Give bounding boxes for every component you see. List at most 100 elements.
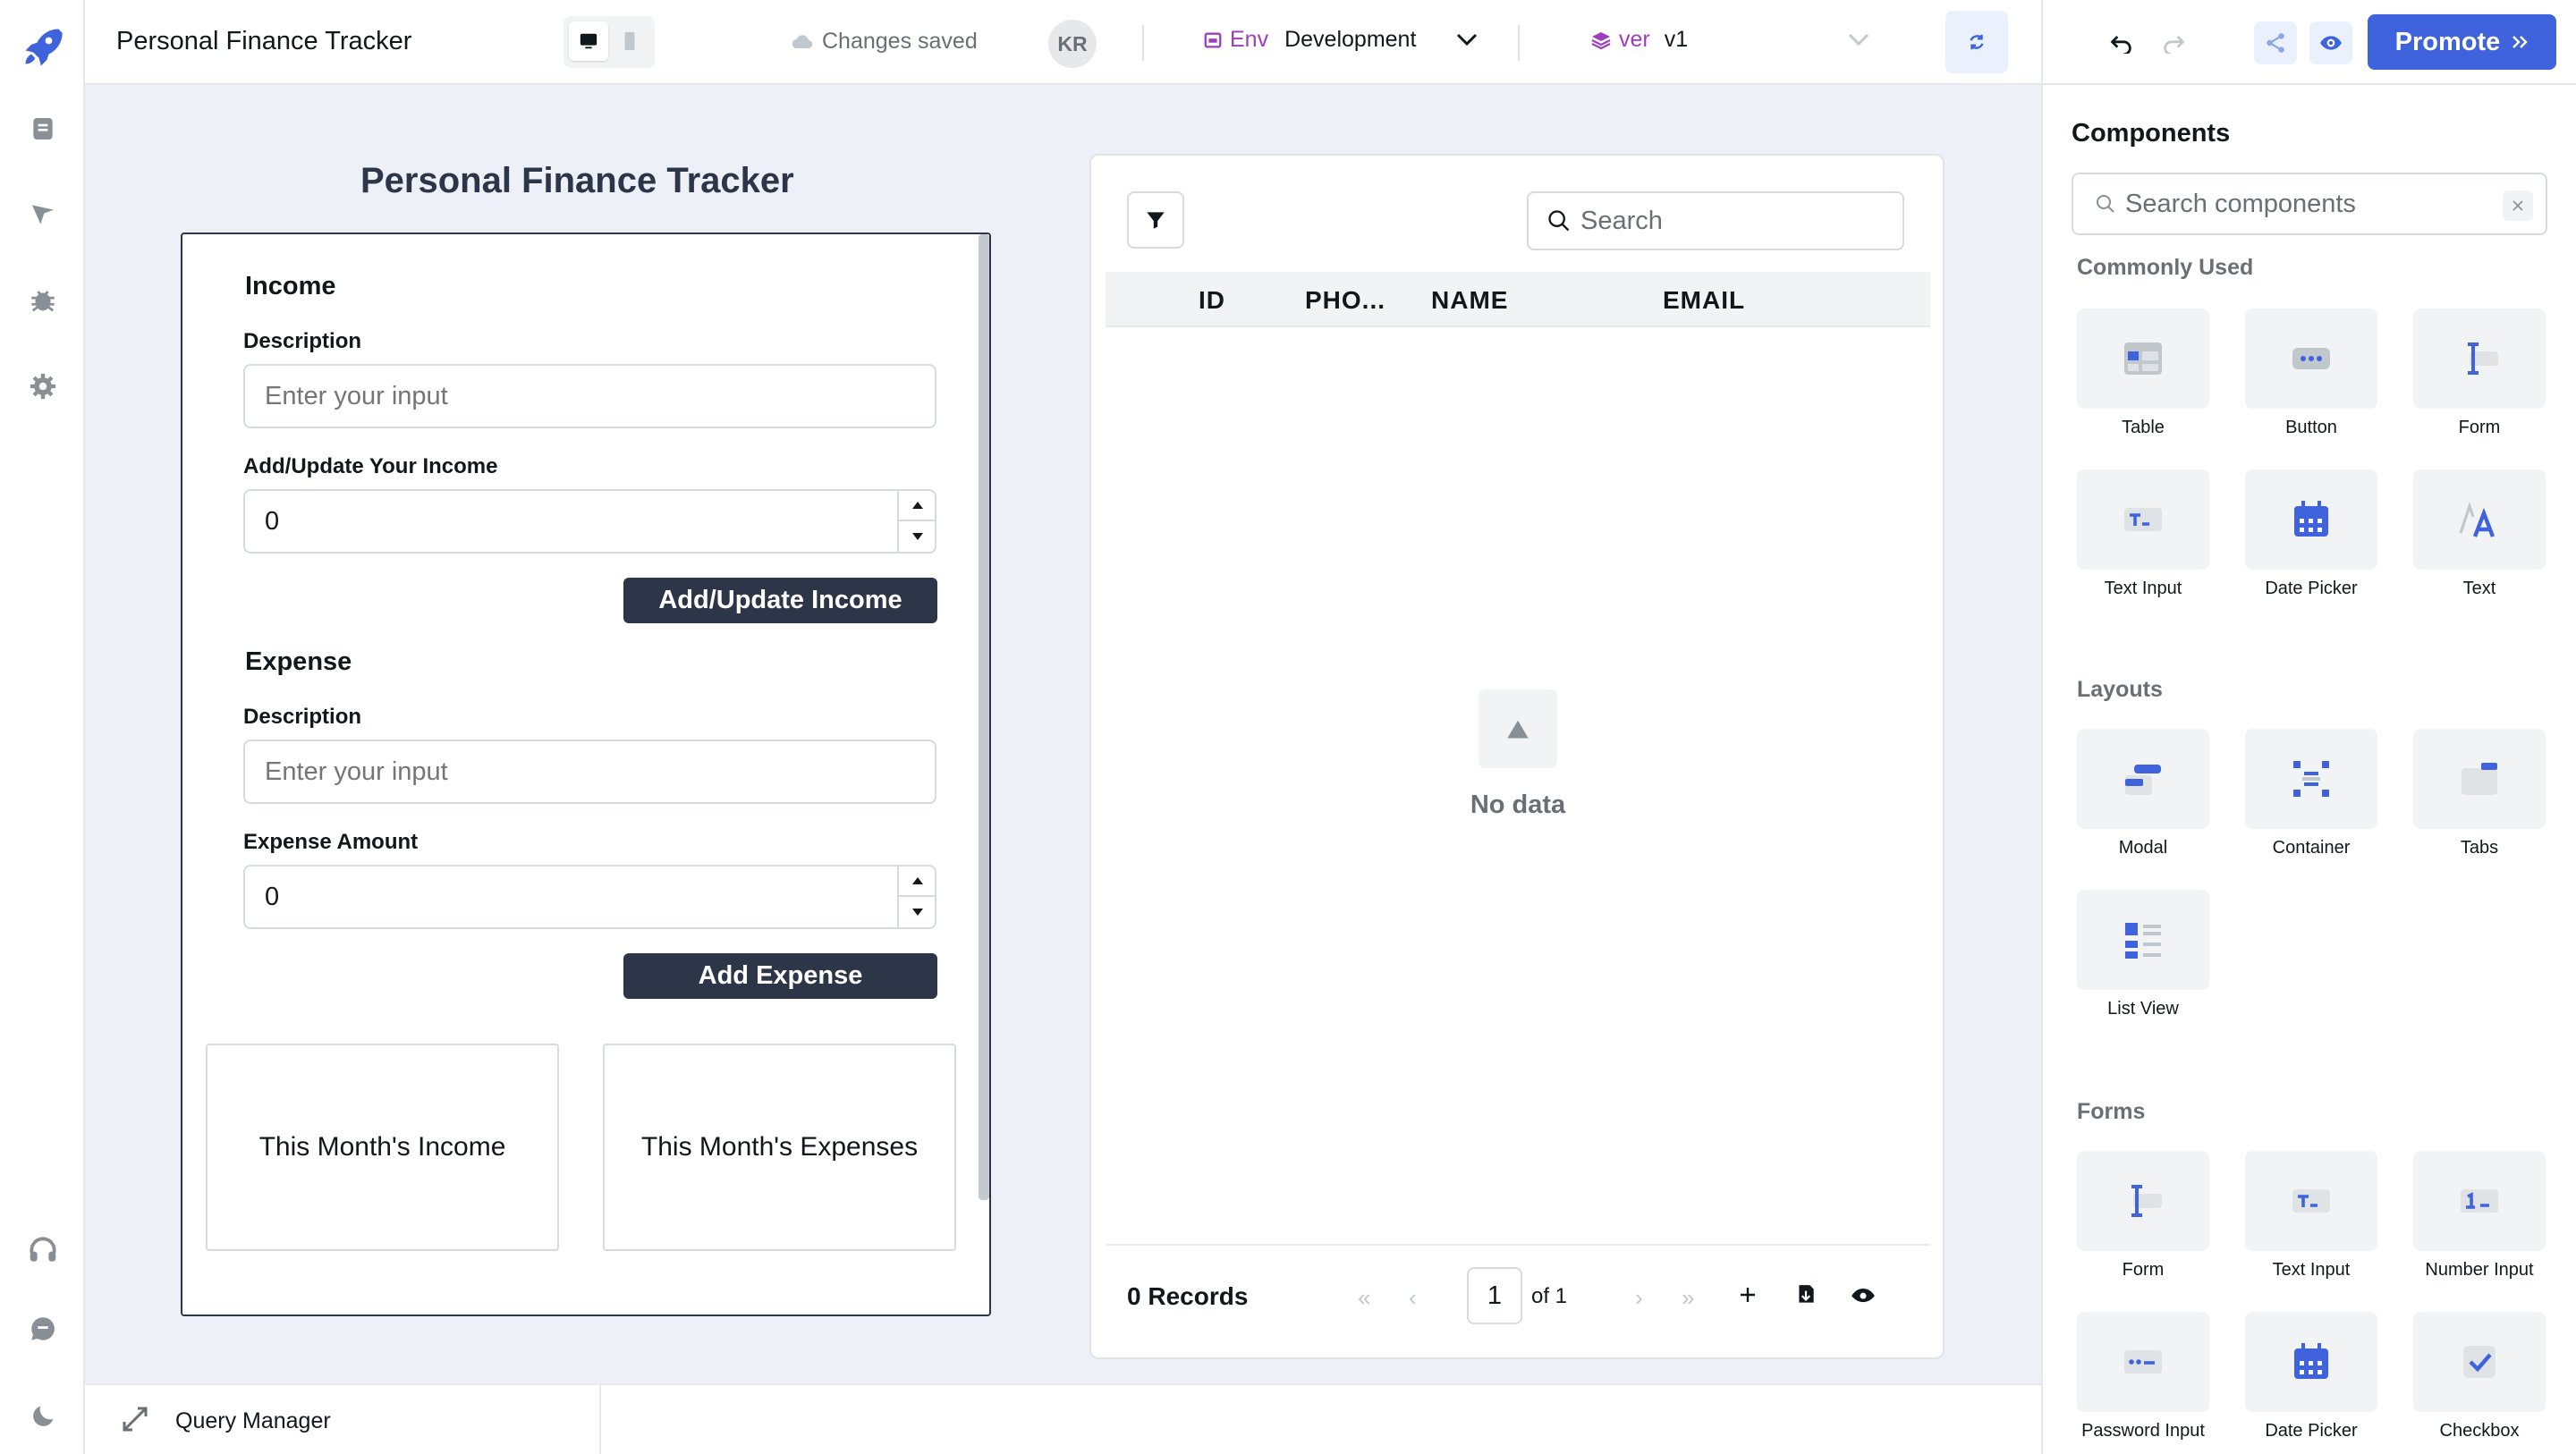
- avatar[interactable]: KR: [1048, 20, 1097, 68]
- component-form[interactable]: Form: [2077, 1151, 2209, 1285]
- component-label: List View: [2107, 999, 2179, 1019]
- share-button[interactable]: [2254, 21, 2297, 64]
- expand-icon[interactable]: [119, 1403, 151, 1435]
- header-divider: [1518, 25, 1520, 61]
- inspector-icon[interactable]: [25, 197, 61, 232]
- component-text-input[interactable]: Text Input: [2077, 469, 2209, 604]
- right-header: Promote: [2041, 0, 2576, 85]
- stepper-down-icon[interactable]: [899, 521, 936, 552]
- expense-amount-label: Expense Amount: [243, 830, 419, 854]
- component-number-input[interactable]: Number Input: [2413, 1151, 2546, 1285]
- password-input-widget-icon: [2124, 1350, 2162, 1374]
- query-manager-divider: [599, 1385, 601, 1454]
- component-password-input[interactable]: Password Input: [2077, 1312, 2209, 1446]
- theme-moon-icon[interactable]: [25, 1399, 61, 1434]
- column-header-name[interactable]: NAME: [1431, 286, 1508, 315]
- expense-amount-value: 0: [265, 883, 280, 911]
- expense-description-input[interactable]: [243, 740, 936, 804]
- component-date-picker[interactable]: Date Picker: [2245, 469, 2377, 604]
- prev-page-icon[interactable]: ‹: [1409, 1284, 1417, 1312]
- table-widget-icon: [2124, 342, 2162, 375]
- chevron-down-icon[interactable]: [1455, 32, 1479, 46]
- tabs-widget-icon: [2462, 763, 2497, 795]
- income-amount-label: Add/Update Your Income: [243, 454, 498, 478]
- last-page-icon[interactable]: »: [1682, 1284, 1694, 1312]
- chat-icon[interactable]: [25, 1311, 61, 1347]
- component-tabs[interactable]: Tabs: [2413, 729, 2546, 863]
- app-canvas: Personal Finance Tracker Income Descript…: [85, 85, 2041, 1383]
- desktop-view-button[interactable]: [569, 21, 608, 61]
- expense-description-label: Description: [243, 705, 362, 729]
- component-text[interactable]: Text: [2413, 469, 2546, 604]
- form-scrollbar[interactable]: [979, 234, 989, 1200]
- env-label: Env: [1230, 27, 1269, 52]
- mobile-view-button[interactable]: [610, 21, 649, 61]
- table-search-input[interactable]: Search: [1527, 191, 1904, 250]
- column-header-email[interactable]: EMAIL: [1663, 286, 1745, 315]
- component-container[interactable]: Container: [2245, 729, 2377, 863]
- settings-icon[interactable]: [25, 368, 61, 404]
- app-name[interactable]: Personal Finance Tracker: [116, 27, 411, 56]
- component-label: Table: [2122, 418, 2165, 437]
- component-label: Date Picker: [2265, 1421, 2358, 1441]
- share-icon: [2267, 33, 2284, 53]
- component-label: Form: [2458, 418, 2501, 437]
- income-amount-value: 0: [265, 507, 280, 536]
- component-checkbox[interactable]: Checkbox: [2413, 1312, 2546, 1446]
- environment-selector[interactable]: Env Development: [1203, 27, 1416, 53]
- add-expense-button[interactable]: Add Expense: [623, 953, 937, 999]
- first-page-icon[interactable]: «: [1358, 1284, 1370, 1312]
- calendar-icon: [2294, 1343, 2328, 1379]
- stepper-up-icon[interactable]: [899, 491, 936, 521]
- add-update-income-button[interactable]: Add/Update Income: [623, 578, 937, 623]
- env-icon: [1204, 32, 1222, 47]
- record-count: 0 Records: [1127, 1282, 1249, 1310]
- pages-icon[interactable]: [25, 111, 61, 147]
- query-manager-label[interactable]: Query Manager: [175, 1408, 331, 1434]
- preview-button[interactable]: [2309, 21, 2352, 64]
- component-list-view[interactable]: List View: [2077, 890, 2209, 1024]
- component-label: Text Input: [2104, 579, 2182, 598]
- checkbox-icon: [2463, 1346, 2496, 1378]
- expense-amount-input[interactable]: 0: [243, 865, 936, 929]
- next-page-icon[interactable]: ›: [1635, 1284, 1643, 1312]
- component-text-input[interactable]: Text Input: [2245, 1151, 2377, 1285]
- download-icon[interactable]: [1786, 1275, 1826, 1315]
- support-icon[interactable]: [25, 1232, 61, 1268]
- modal-widget-icon: [2125, 765, 2161, 795]
- column-header-phone[interactable]: PHO...: [1305, 286, 1385, 315]
- clear-search-button[interactable]: [2503, 190, 2533, 221]
- income-amount-stepper[interactable]: [897, 491, 936, 552]
- rocket-icon[interactable]: [20, 23, 66, 70]
- income-amount-input[interactable]: 0: [243, 489, 936, 554]
- expense-amount-stepper[interactable]: [897, 866, 936, 927]
- filter-button[interactable]: [1127, 191, 1184, 249]
- save-status: Changes saved: [792, 29, 978, 55]
- component-label: Form: [2122, 1260, 2165, 1280]
- income-description-input[interactable]: [243, 364, 936, 428]
- refresh-button[interactable]: [1945, 11, 2008, 73]
- page-number-input[interactable]: 1: [1467, 1267, 1522, 1324]
- undo-icon: [2110, 36, 2131, 54]
- stepper-down-icon[interactable]: [899, 897, 936, 927]
- undo-button[interactable]: [2100, 21, 2143, 64]
- version-label: ver: [1619, 27, 1650, 52]
- column-visibility-icon[interactable]: [1843, 1275, 1883, 1315]
- redo-button[interactable]: [2152, 21, 2195, 64]
- stepper-up-icon[interactable]: [899, 866, 936, 897]
- component-date-picker[interactable]: Date Picker: [2245, 1312, 2377, 1446]
- layers-icon: [1591, 31, 1611, 49]
- component-modal[interactable]: Modal: [2077, 729, 2209, 863]
- component-form[interactable]: Form: [2413, 309, 2546, 443]
- device-toggle: [564, 16, 655, 68]
- component-search-input[interactable]: Search components: [2072, 173, 2547, 235]
- debugger-icon[interactable]: [25, 283, 61, 318]
- component-table[interactable]: Table: [2077, 309, 2209, 443]
- chevron-down-icon[interactable]: [1847, 32, 1870, 46]
- promote-button[interactable]: Promote: [2368, 14, 2556, 70]
- version-selector[interactable]: ver v1: [1590, 27, 1688, 53]
- add-row-icon[interactable]: [1728, 1275, 1767, 1315]
- component-button[interactable]: Button: [2245, 309, 2377, 443]
- text-widget-icon: [2459, 501, 2496, 537]
- column-header-id[interactable]: ID: [1199, 286, 1225, 315]
